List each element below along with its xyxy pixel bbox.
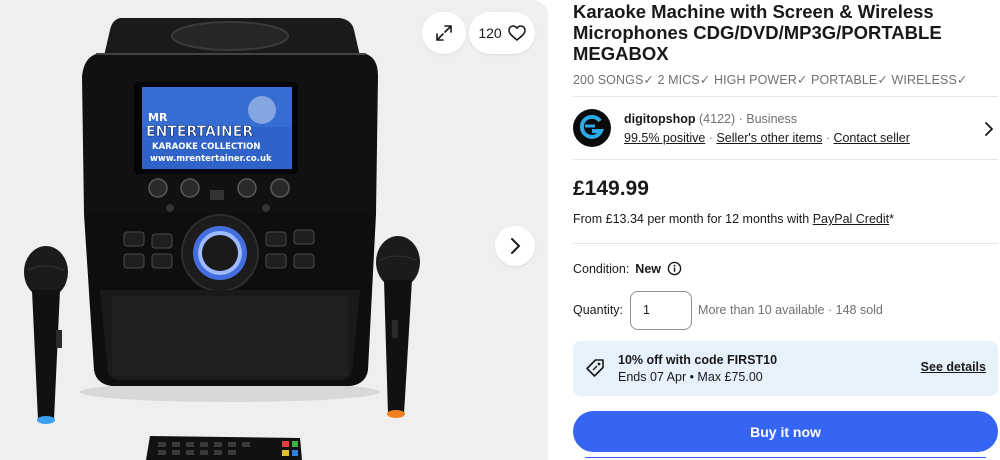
seller-type: Business: [746, 112, 797, 126]
chevron-right-icon: [511, 238, 520, 254]
seller-links: 99.5% positive · Seller's other items · …: [624, 131, 910, 145]
credit-offer: From £13.34 per month for 12 months with…: [573, 212, 894, 226]
seller-links-dot-2: ·: [822, 131, 834, 145]
image-gallery: MR ENTERTAINER KARAOKE COLLECTION www.mr…: [0, 0, 548, 460]
condition-label: Condition:: [573, 261, 630, 276]
heart-icon: [507, 25, 526, 41]
product-image[interactable]: MR ENTERTAINER KARAOKE COLLECTION www.mr…: [0, 0, 548, 460]
seller-name[interactable]: digitopshop: [624, 112, 696, 126]
tag-icon: [586, 359, 604, 377]
coupon-title: 10% off with code FIRST10: [618, 353, 778, 367]
quantity-label: Quantity:: [573, 303, 624, 317]
watch-count: 120: [478, 25, 502, 41]
screen-collection: KARAOKE COLLECTION: [152, 142, 261, 152]
item-subtitle: 200 SONGS✓ 2 MICS✓ HIGH POWER✓ PORTABLE✓…: [573, 73, 968, 87]
expand-icon: [436, 25, 452, 41]
seller-name-row: digitopshop (4122) · Business: [624, 112, 797, 126]
seller-feedback-count: (4122): [699, 112, 736, 126]
credit-prefix: From £13.34 per month for 12 months with: [573, 212, 813, 226]
next-image-button[interactable]: [495, 226, 535, 266]
credit-suffix: *: [889, 212, 895, 226]
divider: [573, 243, 998, 244]
paypal-credit-link[interactable]: PayPal Credit: [813, 212, 889, 226]
seller-separator: ·: [735, 112, 747, 126]
quantity-input[interactable]: [630, 290, 693, 330]
expand-image-button[interactable]: [422, 12, 466, 54]
watch-button[interactable]: 120: [469, 12, 535, 54]
seller-positive-link[interactable]: 99.5% positive: [624, 131, 705, 145]
screen-brand-main: ENTERTAINER: [146, 124, 253, 140]
info-icon[interactable]: [667, 261, 682, 276]
item-details: Karaoke Machine with Screen & Wireless M…: [573, 0, 998, 458]
seller-logo[interactable]: [573, 109, 611, 147]
condition-row: Condition: New: [573, 261, 682, 276]
screen-brand-top: MR: [148, 111, 168, 124]
coupon-banner: 10% off with code FIRST10 Ends 07 Apr • …: [573, 341, 998, 396]
seller-other-items-link[interactable]: Seller's other items: [716, 131, 822, 145]
item-price: £149.99: [573, 177, 649, 200]
seller-card[interactable]: digitopshop (4122) · Business 99.5% posi…: [573, 96, 998, 160]
condition-value: New: [635, 261, 661, 276]
contact-seller-link[interactable]: Contact seller: [833, 131, 909, 145]
seller-chevron-right-icon[interactable]: [984, 121, 994, 137]
see-details-link[interactable]: See details: [921, 360, 986, 374]
screen-url: www.mrentertainer.co.uk: [150, 154, 272, 164]
seller-links-dot-1: ·: [705, 131, 717, 145]
coupon-details: Ends 07 Apr • Max £75.00: [618, 370, 763, 384]
item-title: Karaoke Machine with Screen & Wireless M…: [573, 1, 942, 64]
quantity-row: Quantity: More than 10 available · 148 s…: [573, 290, 883, 330]
buy-it-now-button[interactable]: Buy it now: [573, 411, 998, 452]
availability-text: More than 10 available · 148 sold: [698, 303, 883, 317]
